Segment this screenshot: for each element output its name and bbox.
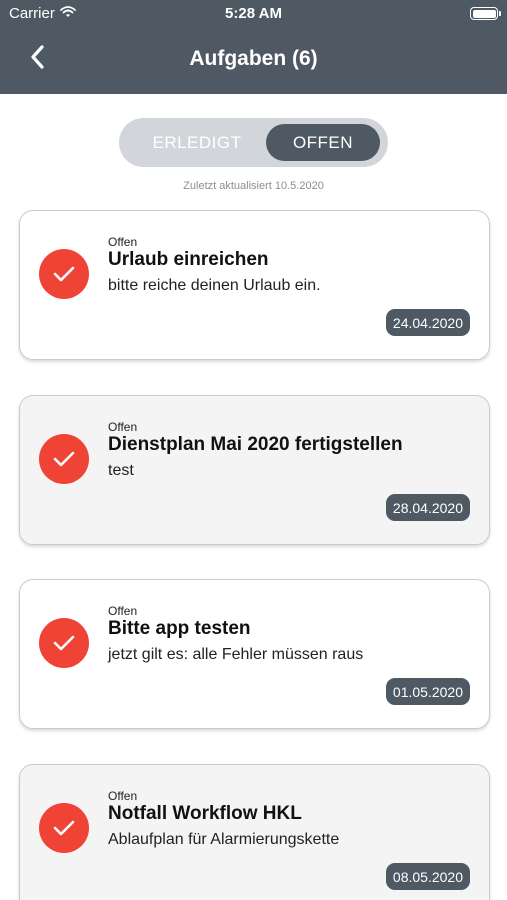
- task-date-badge: 28.04.2020: [385, 494, 470, 521]
- task-title: Bitte app testen: [108, 618, 251, 639]
- task-description: bitte reiche deinen Urlaub ein.: [108, 277, 321, 294]
- checkmark-icon[interactable]: [39, 249, 89, 299]
- navigation-header: Carrier 5:28 AM Aufgaben (6): [0, 0, 507, 94]
- task-date-badge: 24.04.2020: [385, 309, 470, 336]
- task-title: Notfall Workflow HKL: [108, 803, 302, 824]
- segment-open[interactable]: OFFEN: [266, 124, 380, 161]
- task-description: Ablaufplan für Alarmierungskette: [108, 831, 340, 848]
- task-date-badge: 01.05.2020: [385, 678, 470, 705]
- task-status: Offen: [108, 789, 138, 803]
- task-title: Urlaub einreichen: [108, 249, 269, 270]
- task-status: Offen: [108, 235, 138, 249]
- task-date-badge: 08.05.2020: [385, 863, 470, 890]
- task-description: test: [108, 462, 134, 479]
- checkmark-icon[interactable]: [39, 803, 89, 853]
- battery-icon: [470, 7, 501, 20]
- segment-done[interactable]: ERLEDIGT: [127, 124, 267, 161]
- checkmark-icon[interactable]: [39, 434, 89, 484]
- task-status: Offen: [108, 604, 138, 618]
- task-status: Offen: [108, 420, 138, 434]
- task-card[interactable]: Offen Urlaub einreichen bitte reiche dei…: [19, 210, 490, 360]
- task-card[interactable]: Offen Dienstplan Mai 2020 fertigstellen …: [19, 395, 490, 545]
- task-title: Dienstplan Mai 2020 fertigstellen: [108, 434, 403, 455]
- status-time: 5:28 AM: [225, 5, 282, 22]
- task-card[interactable]: Offen Notfall Workflow HKL Ablaufplan fü…: [19, 764, 490, 900]
- task-description: jetzt gilt es: alle Fehler müssen raus: [108, 646, 364, 663]
- status-segmented-control: ERLEDIGT OFFEN: [119, 118, 388, 167]
- checkmark-icon[interactable]: [39, 618, 89, 668]
- last-updated-label: Zuletzt aktualisiert 10.5.2020: [183, 180, 324, 192]
- task-card[interactable]: Offen Bitte app testen jetzt gilt es: al…: [19, 579, 490, 729]
- status-bar: Carrier 5:28 AM: [0, 0, 507, 28]
- page-title: Aufgaben (6): [189, 47, 318, 70]
